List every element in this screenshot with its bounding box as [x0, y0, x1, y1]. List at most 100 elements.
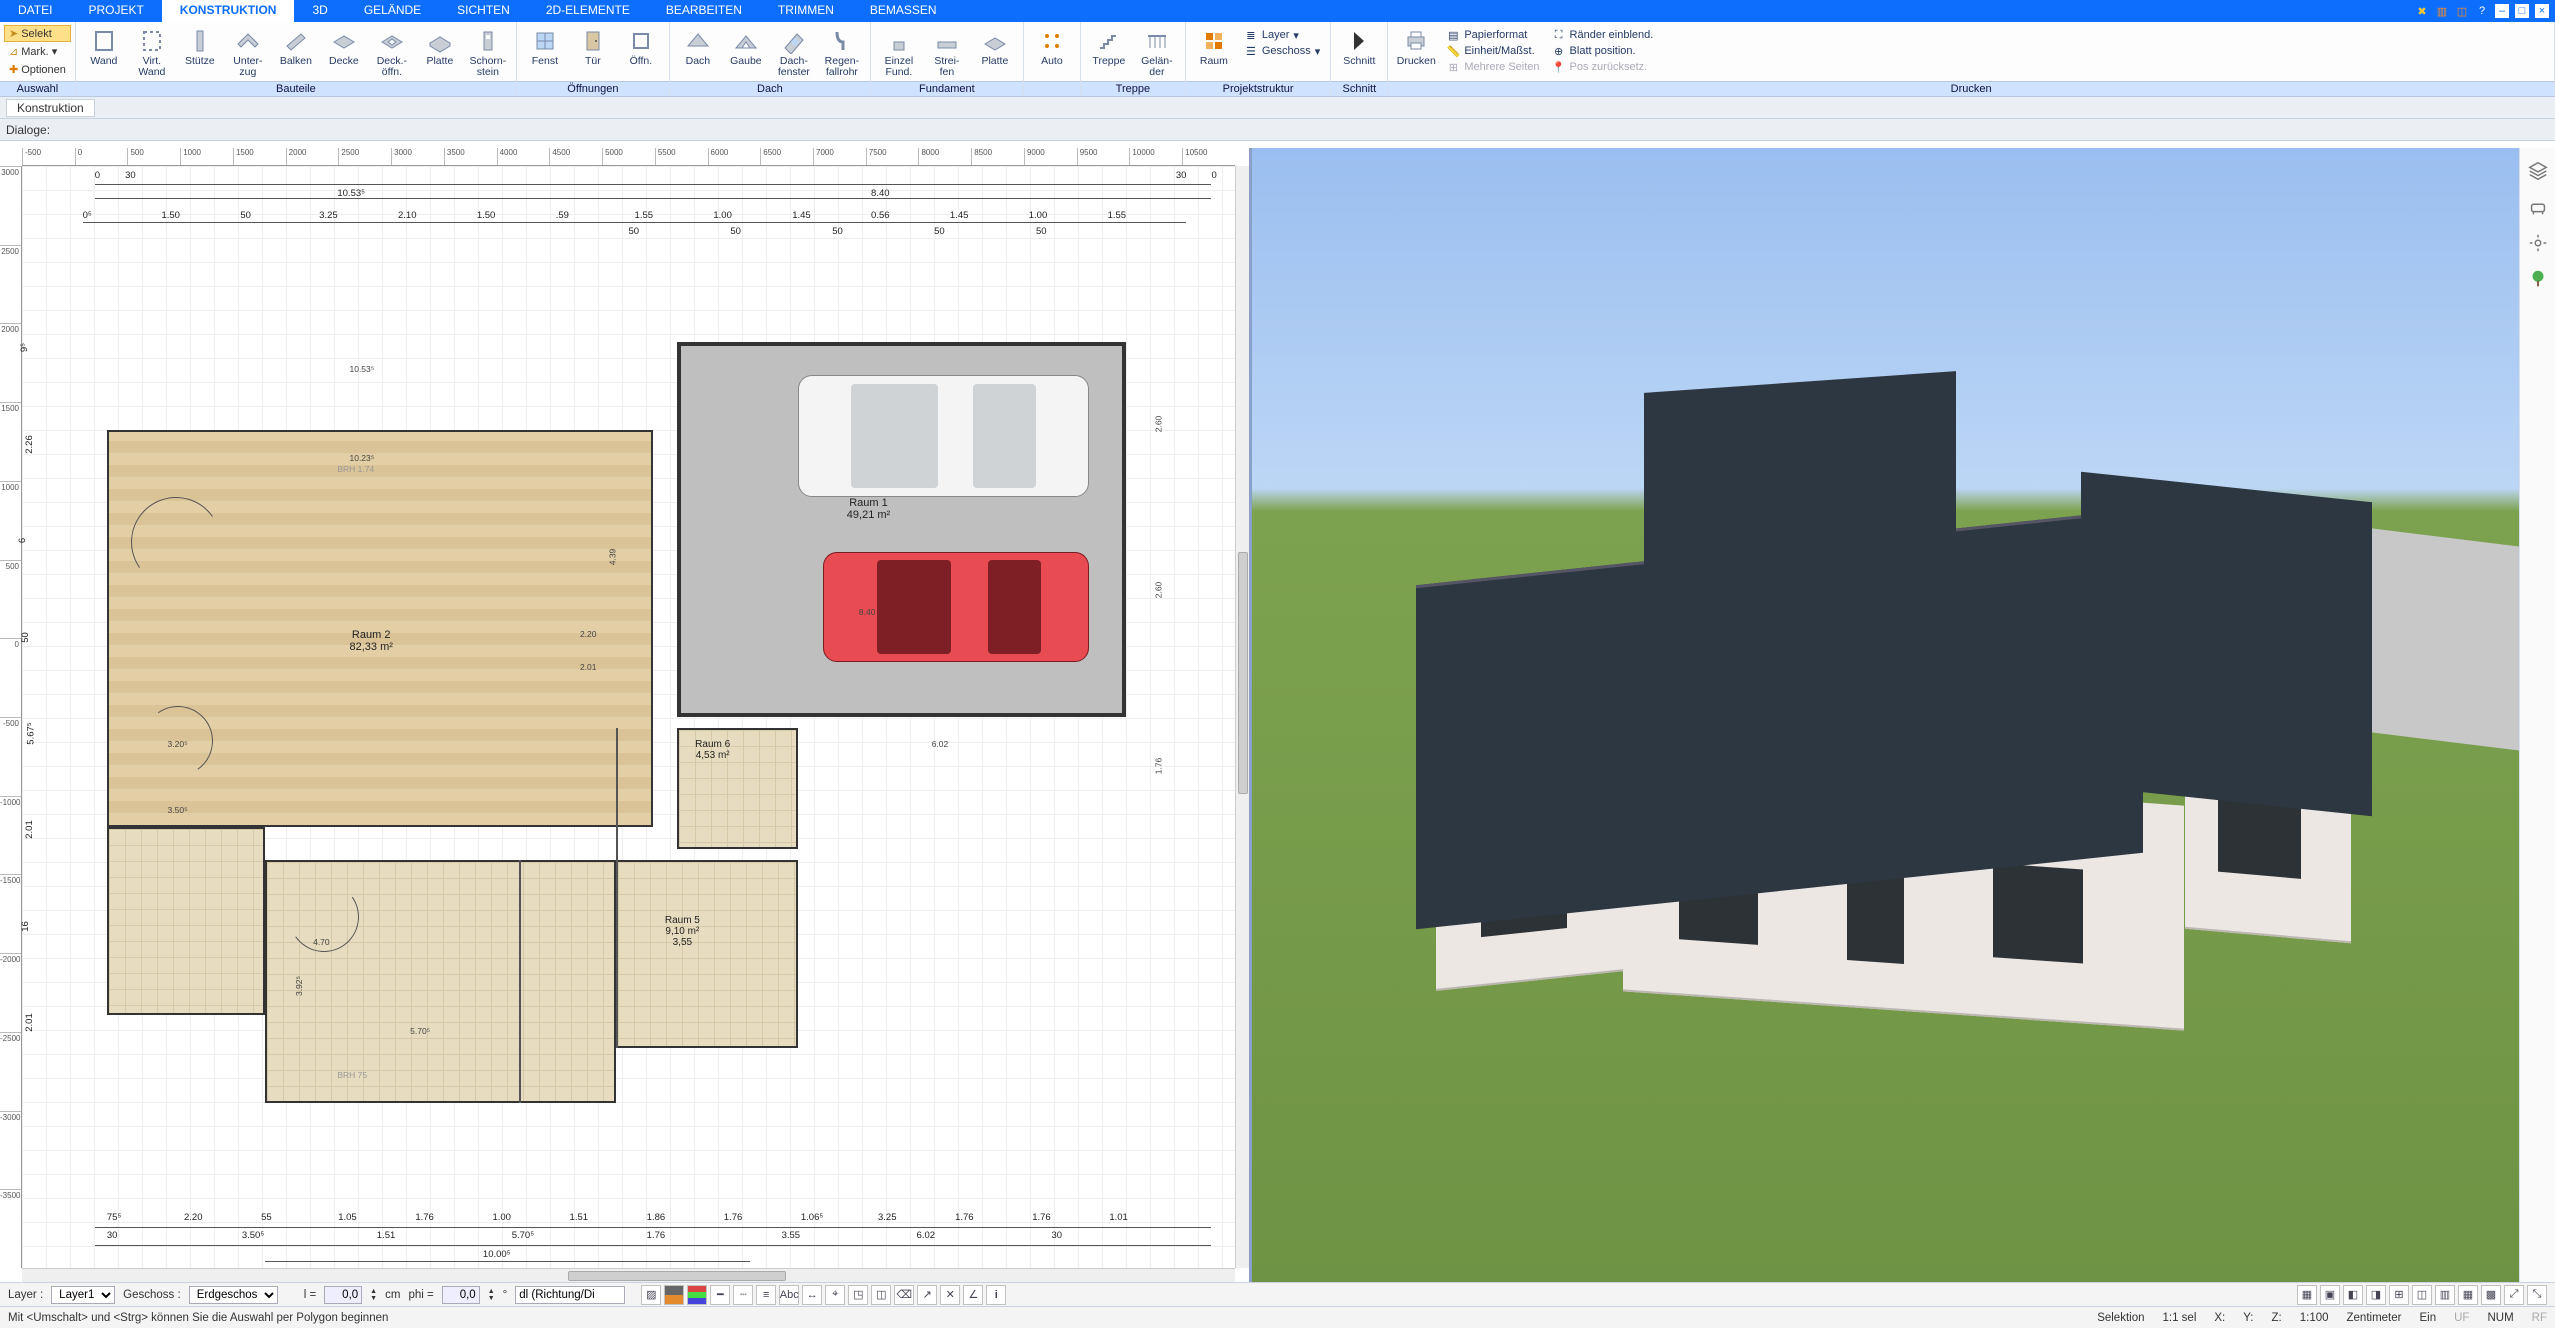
line-weight-icon[interactable]: ≡: [756, 1285, 776, 1305]
mark-button[interactable]: ⊿ Mark. ▾: [4, 43, 71, 60]
einzel-fund-button[interactable]: Einzel Fund.: [877, 26, 921, 78]
scrollbar-horizontal[interactable]: [22, 1268, 1235, 1282]
view-9-icon[interactable]: ▩: [2481, 1285, 2501, 1305]
box-icon[interactable]: ◫: [2455, 4, 2469, 18]
schnitt-button[interactable]: Schnitt: [1337, 26, 1381, 67]
snap-edge-icon[interactable]: ◫: [871, 1285, 891, 1305]
tab-datei[interactable]: DATEI: [0, 0, 70, 22]
virt-wand-button[interactable]: Virt. Wand: [130, 26, 174, 78]
room-entry[interactable]: [107, 827, 265, 1014]
measure-icon[interactable]: ↗: [917, 1285, 937, 1305]
scrollbar-thumb[interactable]: [1238, 552, 1248, 794]
stuetze-button[interactable]: Stütze: [178, 26, 222, 67]
drucken-button[interactable]: Drucken: [1394, 26, 1438, 67]
tab-projekt[interactable]: PROJEKT: [70, 0, 161, 22]
dachfenster-button[interactable]: Dach- fenster: [772, 26, 816, 78]
cross-icon[interactable]: ✕: [940, 1285, 960, 1305]
papierformat-button[interactable]: ▤Papierformat: [1446, 28, 1539, 42]
maximize-icon[interactable]: □: [2515, 4, 2529, 18]
view-2-icon[interactable]: ▣: [2320, 1285, 2340, 1305]
scrollbar-vertical[interactable]: [1235, 166, 1249, 1268]
room-2[interactable]: [107, 430, 653, 827]
zoom-window-icon[interactable]: ⤡: [2527, 1285, 2547, 1305]
schornstein-button[interactable]: Schorn- stein: [466, 26, 510, 78]
phi-input[interactable]: [442, 1286, 480, 1304]
room-5[interactable]: [616, 860, 798, 1047]
info-icon[interactable]: i: [986, 1285, 1006, 1305]
streifen-button[interactable]: Strei- fen: [925, 26, 969, 78]
orbit-tool-icon[interactable]: [2527, 232, 2549, 254]
konstruktion-subtab[interactable]: Konstruktion: [6, 99, 95, 117]
platte-button[interactable]: Platte: [418, 26, 462, 67]
view-6-icon[interactable]: ◫: [2412, 1285, 2432, 1305]
hatch-icon[interactable]: ▨: [641, 1285, 661, 1305]
pos-reset-button[interactable]: 📍Pos zurücksetz.: [1552, 60, 1654, 74]
dl-input[interactable]: [515, 1286, 625, 1304]
gelaender-button[interactable]: Gelän- der: [1135, 26, 1179, 78]
einheit-button[interactable]: 📏Einheit/Maßst.: [1446, 44, 1539, 58]
furniture-tool-icon[interactable]: [2527, 196, 2549, 218]
tab-gelaende[interactable]: GELÄNDE: [346, 0, 439, 22]
tab-trimmen[interactable]: TRIMMEN: [760, 0, 852, 22]
select-button[interactable]: ➤ Selekt: [4, 25, 71, 42]
room-lower[interactable]: [265, 860, 617, 1102]
tool-icon[interactable]: ✖: [2415, 4, 2429, 18]
help-icon[interactable]: ?: [2475, 4, 2489, 18]
fenster-button[interactable]: Fenst: [523, 26, 567, 67]
raum-button[interactable]: Raum: [1192, 26, 1236, 67]
mehrere-seiten-button[interactable]: ⊞Mehrere Seiten: [1446, 60, 1539, 74]
geschoss-select[interactable]: Erdgeschos: [189, 1286, 278, 1304]
decke-button[interactable]: Decke: [322, 26, 366, 67]
plan-2d-pane[interactable]: -500050010001500200025003000350040004500…: [0, 148, 1252, 1282]
view-5-icon[interactable]: ⊞: [2389, 1285, 2409, 1305]
zoom-fit-icon[interactable]: ⤢: [2504, 1285, 2524, 1305]
tree-tool-icon[interactable]: [2527, 268, 2549, 290]
close-icon[interactable]: ×: [2535, 4, 2549, 18]
auto-button[interactable]: Auto: [1030, 26, 1074, 67]
room-6[interactable]: [677, 728, 798, 849]
balken-button[interactable]: Balken: [274, 26, 318, 67]
options-button[interactable]: ✚ Optionen: [4, 61, 71, 78]
tuer-button[interactable]: Tür: [571, 26, 615, 67]
layer-dropdown[interactable]: ≣Layer ▾: [1244, 28, 1320, 42]
layer-select[interactable]: Layer1: [51, 1286, 115, 1304]
phi-stepper[interactable]: ▲▼: [488, 1288, 495, 1302]
wand-button[interactable]: Wand: [82, 26, 126, 67]
geschoss-dropdown[interactable]: ☰Geschoss ▾: [1244, 44, 1320, 58]
plan-canvas[interactable]: 10.53⁵ 8.40 0 30 30 0 0⁵1.50503.252.101.…: [22, 166, 1235, 1268]
tab-3d[interactable]: 3D: [294, 0, 345, 22]
scrollbar-thumb[interactable]: [568, 1271, 786, 1281]
dim-style-icon[interactable]: ↔: [802, 1285, 822, 1305]
tab-bearbeiten[interactable]: BEARBEITEN: [648, 0, 760, 22]
deckoeffn-button[interactable]: Deck.- öffn.: [370, 26, 414, 78]
snap-corner-icon[interactable]: ◳: [848, 1285, 868, 1305]
treppe-button[interactable]: Treppe: [1087, 26, 1131, 67]
fill-icon[interactable]: [664, 1285, 684, 1305]
view-7-icon[interactable]: ▥: [2435, 1285, 2455, 1305]
oeffn-button[interactable]: Öffn.: [619, 26, 663, 67]
text-icon[interactable]: Abc: [779, 1285, 799, 1305]
raender-button[interactable]: ⛶Ränder einblend.: [1552, 28, 1654, 42]
line-solid-icon[interactable]: ━: [710, 1285, 730, 1305]
unterzug-button[interactable]: Unter- zug: [226, 26, 270, 78]
gradient-icon[interactable]: [687, 1285, 707, 1305]
dach-button[interactable]: Dach: [676, 26, 720, 67]
regenfallrohr-button[interactable]: Regen- fallrohr: [820, 26, 864, 78]
view-3-icon[interactable]: ◧: [2343, 1285, 2363, 1305]
l-stepper[interactable]: ▲▼: [370, 1288, 377, 1302]
tab-sichten[interactable]: SICHTEN: [439, 0, 528, 22]
line-dash-icon[interactable]: ┄: [733, 1285, 753, 1305]
view-8-icon[interactable]: ▦: [2458, 1285, 2478, 1305]
layers-tool-icon[interactable]: [2527, 160, 2549, 182]
blatt-position-button[interactable]: ⊕Blatt position.: [1552, 44, 1654, 58]
view-4-icon[interactable]: ◨: [2366, 1285, 2386, 1305]
angle-icon[interactable]: ∠: [963, 1285, 983, 1305]
tab-2d-elemente[interactable]: 2D-ELEMENTE: [528, 0, 648, 22]
gaube-button[interactable]: Gaube: [724, 26, 768, 67]
tab-konstruktion[interactable]: KONSTRUKTION: [162, 0, 295, 22]
view-3d-pane[interactable]: [1252, 148, 2519, 1282]
eraser-icon[interactable]: ⌫: [894, 1285, 914, 1305]
screen-icon[interactable]: ▥: [2435, 4, 2449, 18]
fund-platte-button[interactable]: Platte: [973, 26, 1017, 67]
view-1-icon[interactable]: ▦: [2297, 1285, 2317, 1305]
